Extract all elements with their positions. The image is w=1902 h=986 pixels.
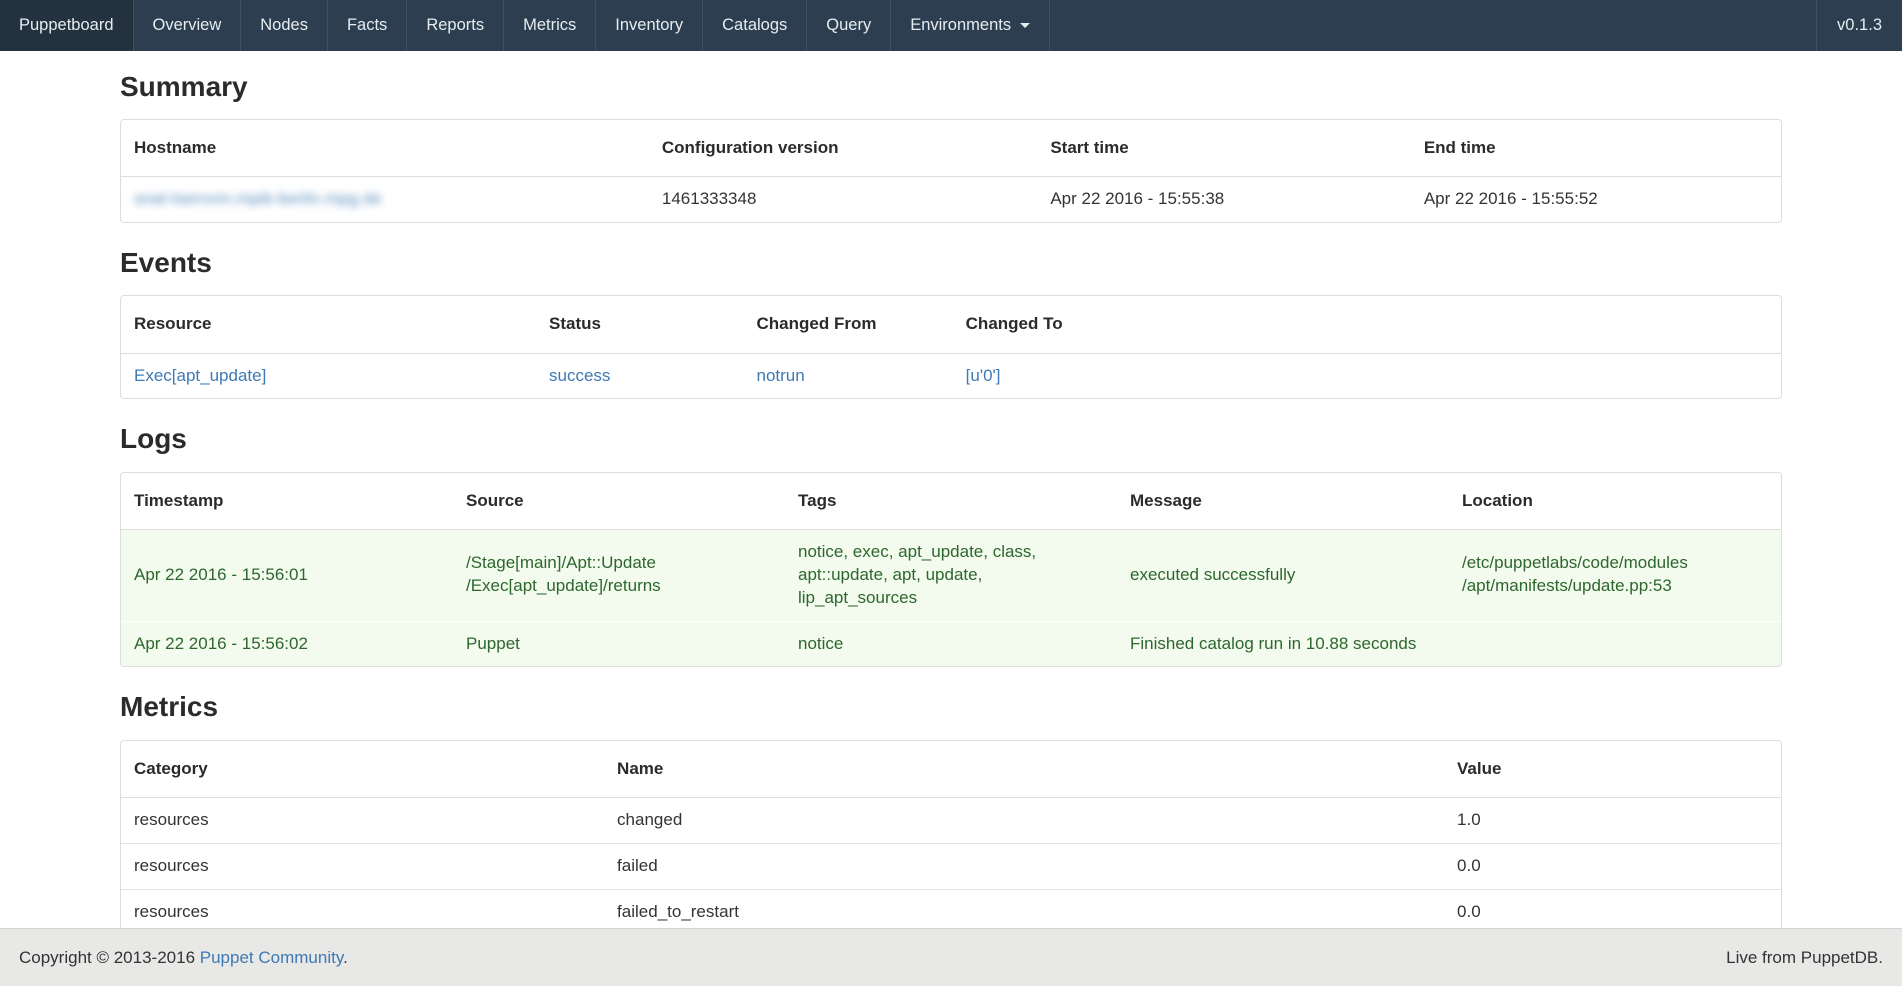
main-content: Summary Hostname Configuration version S… xyxy=(120,71,1782,936)
log-message-cell: Finished catalog run in 10.88 seconds xyxy=(1117,621,1449,666)
summary-table-panel: Hostname Configuration version Start tim… xyxy=(120,119,1782,223)
nav-item-query[interactable]: Query xyxy=(807,0,891,51)
log-row: Apr 22 2016 - 15:56:02 Puppet notice Fin… xyxy=(121,621,1781,666)
hostname-cell: snat-tservvm.mpib-berlin.mpg.de xyxy=(121,177,649,222)
summary-table: Hostname Configuration version Start tim… xyxy=(121,120,1781,222)
summary-col-config-version: Configuration version xyxy=(649,120,1037,177)
metric-category-cell: resources xyxy=(121,843,604,889)
log-location-cell xyxy=(1449,621,1781,666)
summary-col-hostname: Hostname xyxy=(121,120,649,177)
log-timestamp-cell: Apr 22 2016 - 15:56:02 xyxy=(121,621,453,666)
summary-col-start-time: Start time xyxy=(1037,120,1411,177)
log-timestamp-cell: Apr 22 2016 - 15:56:01 xyxy=(121,529,453,621)
config-version-cell: 1461333348 xyxy=(649,177,1037,222)
metrics-col-name: Name xyxy=(604,741,1444,798)
events-col-status: Status xyxy=(536,296,744,353)
copyright-text: Copyright © 2013-2016 Puppet Community. xyxy=(19,948,348,968)
logs-col-message: Message xyxy=(1117,473,1449,530)
nav-item-label: Inventory xyxy=(615,16,683,35)
top-navbar: Puppetboard Overview Nodes Facts Reports… xyxy=(0,0,1902,51)
event-changed-from-link[interactable]: notrun xyxy=(757,366,805,385)
events-table: Resource Status Changed From Changed To … xyxy=(121,296,1781,398)
summary-heading: Summary xyxy=(120,71,1782,103)
nav-item-label: Metrics xyxy=(523,16,576,35)
caret-down-icon xyxy=(1020,23,1030,28)
navbar-spacer xyxy=(1050,0,1816,51)
metrics-header-row: Category Name Value xyxy=(121,741,1781,798)
log-location-cell: /etc/puppetlabs/code/modules /apt/manife… xyxy=(1449,529,1781,621)
logs-col-tags: Tags xyxy=(785,473,1117,530)
logs-table-panel: Timestamp Source Tags Message Location A… xyxy=(120,472,1782,668)
metrics-col-value: Value xyxy=(1444,741,1781,798)
log-source-cell: Puppet xyxy=(453,621,785,666)
copyright-suffix: . xyxy=(343,948,348,967)
logs-col-timestamp: Timestamp xyxy=(121,473,453,530)
event-row: Exec[apt_update] success notrun [u'0'] xyxy=(121,353,1781,398)
events-heading: Events xyxy=(120,247,1782,279)
metrics-table: Category Name Value resources changed 1.… xyxy=(121,741,1781,935)
events-header-row: Resource Status Changed From Changed To xyxy=(121,296,1781,353)
metric-row: resources changed 1.0 xyxy=(121,797,1781,843)
logs-header-row: Timestamp Source Tags Message Location xyxy=(121,473,1781,530)
copyright-prefix: Copyright © 2013-2016 xyxy=(19,948,200,967)
end-time-cell: Apr 22 2016 - 15:55:52 xyxy=(1411,177,1781,222)
nav-item-inventory[interactable]: Inventory xyxy=(596,0,703,51)
metric-name-cell: changed xyxy=(604,797,1444,843)
metric-value-cell: 1.0 xyxy=(1444,797,1781,843)
log-source-cell: /Stage[main]/Apt::Update /Exec[apt_updat… xyxy=(453,529,785,621)
nav-item-reports[interactable]: Reports xyxy=(407,0,504,51)
puppet-community-link[interactable]: Puppet Community xyxy=(200,948,343,967)
events-table-panel: Resource Status Changed From Changed To … xyxy=(120,295,1782,399)
nav-item-catalogs[interactable]: Catalogs xyxy=(703,0,807,51)
logs-heading: Logs xyxy=(120,423,1782,455)
nav-item-label: Overview xyxy=(153,16,222,35)
event-changed-to-link[interactable]: [u'0'] xyxy=(966,366,1001,385)
metrics-col-category: Category xyxy=(121,741,604,798)
summary-row: snat-tservvm.mpib-berlin.mpg.de 14613333… xyxy=(121,177,1781,222)
log-message-cell: executed successfully xyxy=(1117,529,1449,621)
version-label: v0.1.3 xyxy=(1837,16,1882,35)
metrics-table-panel: Category Name Value resources changed 1.… xyxy=(120,740,1782,936)
log-tags-cell: notice, exec, apt_update, class, apt::up… xyxy=(785,529,1117,621)
environments-dropdown-label: Environments xyxy=(910,16,1011,35)
events-col-resource: Resource xyxy=(121,296,536,353)
event-resource-link[interactable]: Exec[apt_update] xyxy=(134,366,266,385)
nav-item-label: Query xyxy=(826,16,871,35)
nav-item-facts[interactable]: Facts xyxy=(328,0,407,51)
logs-col-source: Source xyxy=(453,473,785,530)
nav-item-overview[interactable]: Overview xyxy=(134,0,242,51)
nav-brand-label: Puppetboard xyxy=(19,16,114,35)
metric-value-cell: 0.0 xyxy=(1444,843,1781,889)
nav-item-metrics[interactable]: Metrics xyxy=(504,0,596,51)
nav-item-label: Reports xyxy=(426,16,484,35)
log-row: Apr 22 2016 - 15:56:01 /Stage[main]/Apt:… xyxy=(121,529,1781,621)
event-status-link[interactable]: success xyxy=(549,366,610,385)
events-col-changed-from: Changed From xyxy=(744,296,953,353)
nav-item-label: Catalogs xyxy=(722,16,787,35)
metric-row: resources failed 0.0 xyxy=(121,843,1781,889)
environments-dropdown[interactable]: Environments xyxy=(891,0,1050,51)
summary-col-end-time: End time xyxy=(1411,120,1781,177)
metric-name-cell: failed xyxy=(604,843,1444,889)
nav-brand[interactable]: Puppetboard xyxy=(0,0,134,51)
events-col-changed-to: Changed To xyxy=(953,296,1781,353)
live-from-puppetdb-text: Live from PuppetDB. xyxy=(1726,948,1883,968)
nav-version: v0.1.3 xyxy=(1816,0,1902,51)
metrics-heading: Metrics xyxy=(120,691,1782,723)
logs-table: Timestamp Source Tags Message Location A… xyxy=(121,473,1781,667)
nav-item-label: Facts xyxy=(347,16,387,35)
log-tags-cell: notice xyxy=(785,621,1117,666)
start-time-cell: Apr 22 2016 - 15:55:38 xyxy=(1037,177,1411,222)
hostname-link[interactable]: snat-tservvm.mpib-berlin.mpg.de xyxy=(134,189,382,208)
logs-col-location: Location xyxy=(1449,473,1781,530)
summary-header-row: Hostname Configuration version Start tim… xyxy=(121,120,1781,177)
nav-item-label: Nodes xyxy=(260,16,308,35)
footer: Copyright © 2013-2016 Puppet Community. … xyxy=(0,928,1902,986)
metric-category-cell: resources xyxy=(121,797,604,843)
nav-item-nodes[interactable]: Nodes xyxy=(241,0,328,51)
